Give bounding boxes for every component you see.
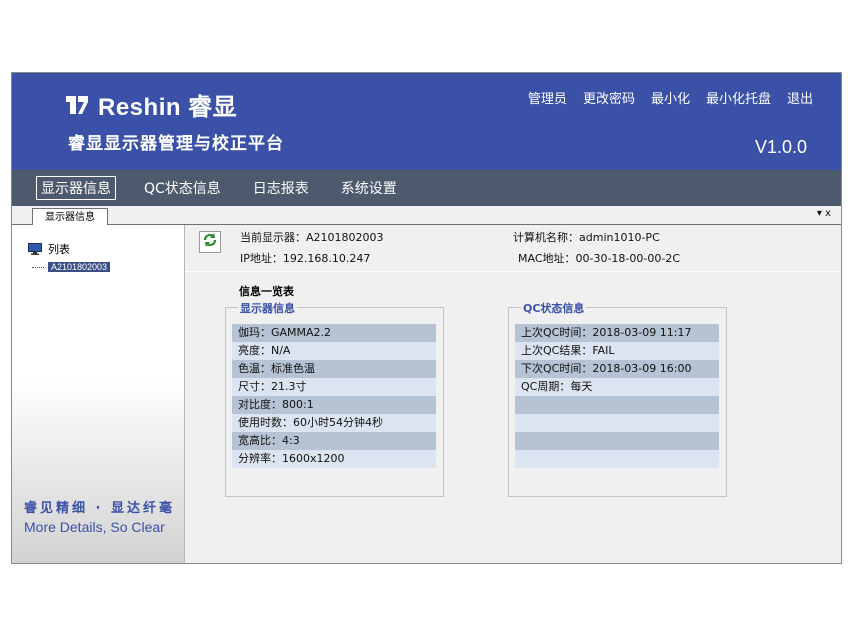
qc-row: QC周期：每天 <box>515 378 719 396</box>
display-row: 亮度：N/A <box>232 342 436 360</box>
top-menu: 管理员 更改密码 最小化 最小化托盘 退出 <box>528 88 813 107</box>
menu-change-password[interactable]: 更改密码 <box>583 88 635 107</box>
display-row: 尺寸：21.3寸 <box>232 378 436 396</box>
version-label: V1.0.0 <box>754 137 807 157</box>
current-display-text: 当前显示器：A2101802003 <box>240 231 384 244</box>
tree-item-label: A2101802003 <box>48 262 111 272</box>
display-rows: 伽玛：GAMMA2.2 亮度：N/A 色温：标准色温 尺寸：21.3寸 对比度：… <box>232 324 436 468</box>
header: Reshin 睿显 睿显显示器管理与校正平台 管理员 更改密码 最小化 最小化托… <box>12 73 841 170</box>
slogan-cn: 睿见精细 · 显达纤毫 <box>24 501 175 516</box>
display-row: 分辨率：1600x1200 <box>232 450 436 468</box>
sidebar: 列表 A2101802003 睿见精细 · 显达纤毫 More Details,… <box>12 225 185 563</box>
qc-row <box>515 396 719 414</box>
display-row: 使用时数：60小时54分钟4秒 <box>232 414 436 432</box>
tree-item-display[interactable]: A2101802003 <box>32 262 111 272</box>
display-row: 伽玛：GAMMA2.2 <box>232 324 436 342</box>
info-bar: 当前显示器：A2101802003 IP地址：192.168.10.247 计算… <box>185 225 841 272</box>
computer-name-text: 计算机名称：admin1010-PC <box>513 231 660 244</box>
nav-system-settings[interactable]: 系统设置 <box>337 177 401 199</box>
brand-name: Reshin 睿显 <box>98 94 238 121</box>
platform-title: 睿显显示器管理与校正平台 <box>68 134 284 154</box>
reshin-logo-icon <box>64 92 90 118</box>
monitor-icon <box>28 243 42 255</box>
tab-bar: 显示器信息 ▾ x <box>12 206 841 225</box>
main-nav: 显示器信息 QC状态信息 日志报表 系统设置 <box>12 170 841 206</box>
ip-address-text: IP地址：192.168.10.247 <box>240 252 371 265</box>
qc-row: 上次QC结果：FAIL <box>515 342 719 360</box>
mac-address-text: MAC地址：00-30-18-00-00-2C <box>518 252 681 265</box>
tree-root-label: 列表 <box>48 243 70 256</box>
nav-qc-status[interactable]: QC状态信息 <box>140 177 225 199</box>
refresh-button[interactable] <box>199 231 221 253</box>
menu-admin[interactable]: 管理员 <box>528 88 567 107</box>
info-list-title: 信息一览表 <box>239 285 294 298</box>
display-row: 对比度：800:1 <box>232 396 436 414</box>
menu-minimize-tray[interactable]: 最小化托盘 <box>706 88 771 107</box>
app-window: Reshin 睿显 睿显显示器管理与校正平台 管理员 更改密码 最小化 最小化托… <box>11 72 842 564</box>
display-row: 色温：标准色温 <box>232 360 436 378</box>
qc-panel-title: QC状态信息 <box>521 300 587 316</box>
qc-row <box>515 432 719 450</box>
display-panel-title: 显示器信息 <box>238 300 297 316</box>
tab-display-info[interactable]: 显示器信息 <box>32 208 108 225</box>
main-content: 当前显示器：A2101802003 IP地址：192.168.10.247 计算… <box>185 225 841 563</box>
tab-controls[interactable]: ▾ x <box>817 208 831 219</box>
slogan-en: More Details, So Clear <box>24 519 165 535</box>
qc-status-panel: QC状态信息 上次QC时间：2018-03-09 11:17 上次QC结果：FA… <box>508 300 727 497</box>
refresh-icon <box>202 232 218 252</box>
tree-root[interactable]: 列表 <box>28 241 70 257</box>
qc-row: 上次QC时间：2018-03-09 11:17 <box>515 324 719 342</box>
display-row: 宽高比：4:3 <box>232 432 436 450</box>
qc-row <box>515 414 719 432</box>
tree-connector <box>32 266 44 268</box>
menu-minimize[interactable]: 最小化 <box>651 88 690 107</box>
nav-log-report[interactable]: 日志报表 <box>249 177 313 199</box>
qc-row <box>515 450 719 468</box>
qc-row: 下次QC时间：2018-03-09 16:00 <box>515 360 719 378</box>
qc-rows: 上次QC时间：2018-03-09 11:17 上次QC结果：FAIL 下次QC… <box>515 324 719 468</box>
logo: Reshin 睿显 <box>64 87 237 122</box>
nav-display-info[interactable]: 显示器信息 <box>36 176 116 200</box>
display-info-panel: 显示器信息 伽玛：GAMMA2.2 亮度：N/A 色温：标准色温 尺寸：21.3… <box>225 300 444 497</box>
menu-exit[interactable]: 退出 <box>787 88 813 107</box>
